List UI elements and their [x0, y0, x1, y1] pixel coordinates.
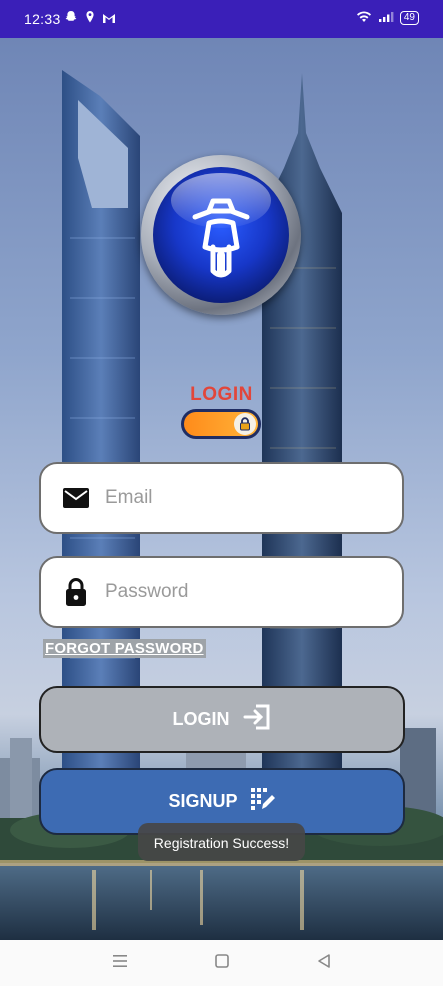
menu-icon[interactable] — [112, 954, 128, 973]
status-time: 12:33 — [24, 11, 61, 27]
home-square-icon[interactable] — [214, 953, 230, 974]
login-arrow-icon — [242, 703, 272, 736]
gmail-icon — [102, 11, 116, 27]
back-triangle-icon[interactable] — [316, 953, 332, 974]
system-nav-bar — [0, 940, 443, 986]
login-button-label: LOGIN — [172, 709, 230, 729]
lock-icon — [61, 577, 91, 607]
login-heading: LOGIN — [190, 384, 253, 405]
lock-toggle[interactable] — [181, 409, 261, 439]
login-button[interactable]: LOGIN — [39, 686, 405, 753]
status-system-icons: 49 — [356, 10, 419, 26]
wifi-icon — [356, 10, 372, 26]
email-input[interactable] — [103, 486, 357, 510]
password-field[interactable] — [39, 556, 404, 628]
status-notification-icons — [64, 10, 116, 27]
signal-icon — [378, 10, 394, 26]
snapchat-icon — [64, 10, 78, 27]
email-field[interactable] — [39, 462, 404, 534]
password-input[interactable] — [103, 580, 357, 604]
mail-icon — [61, 483, 91, 513]
location-icon — [85, 10, 95, 27]
signup-button-label: SIGNUP — [168, 791, 238, 811]
forgot-password-link[interactable]: FORGOT PASSWORD — [43, 639, 206, 658]
app-logo — [141, 155, 301, 315]
lock-icon — [234, 413, 256, 435]
motorcycle-logo-icon — [192, 198, 250, 278]
battery-indicator: 49 — [399, 11, 419, 25]
signup-pen-icon — [250, 787, 276, 816]
toast-message: Registration Success! — [138, 823, 305, 861]
status-bar: 12:33 49 — [0, 0, 443, 38]
